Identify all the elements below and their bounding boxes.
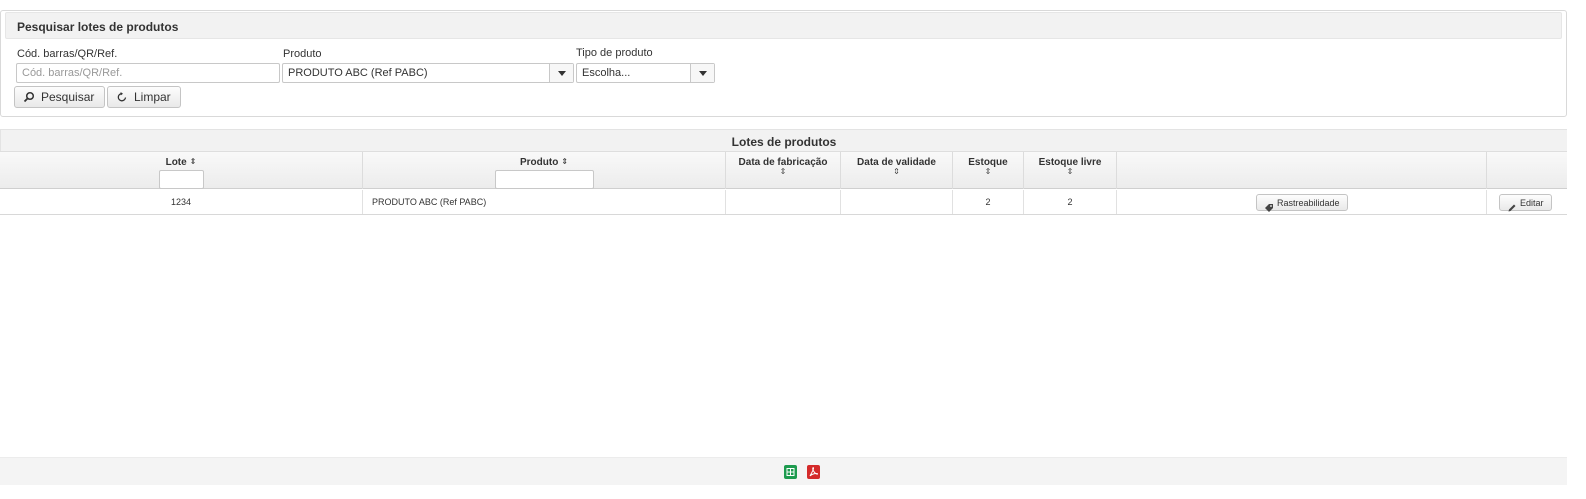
search-button-label: Pesquisar — [41, 90, 95, 104]
cell-estoque-livre: 2 — [1024, 190, 1117, 214]
column-header-edit — [1487, 152, 1567, 189]
product-select-value: PRODUTO ABC (Ref PABC) — [288, 67, 428, 79]
cell-edit: Editar — [1487, 190, 1567, 214]
cell-fabricacao — [726, 190, 841, 214]
column-header-validade[interactable]: Data de validade ⇕ — [841, 152, 953, 189]
barcode-input[interactable] — [16, 63, 280, 83]
traceability-button-label: Rastreabilidade — [1277, 197, 1340, 208]
table-header: Lote ⇕ Produto ⇕ Data de fabricação ⇕ Data… — [0, 151, 1567, 189]
edit-button[interactable]: Editar — [1499, 194, 1552, 211]
product-label: Produto — [283, 48, 322, 60]
sort-icon[interactable]: ⇕ — [953, 168, 1023, 176]
produto-filter-input[interactable] — [494, 170, 594, 189]
table-row: 1234 PRODUTO ABC (Ref PABC) 2 2 Rastreab… — [0, 190, 1567, 215]
barcode-label: Cód. barras/QR/Ref. — [17, 48, 118, 60]
search-panel: Pesquisar lotes de produtos Cód. barras/… — [0, 10, 1567, 117]
sort-icon[interactable]: ⇕ — [1024, 168, 1116, 176]
reset-icon — [116, 91, 128, 103]
sort-icon[interactable]: ⇕ — [726, 168, 840, 176]
sort-icon[interactable]: ⇕ — [561, 157, 568, 166]
product-select[interactable]: PRODUTO ABC (Ref PABC) — [282, 63, 574, 83]
column-header-lote[interactable]: Lote ⇕ — [0, 152, 363, 189]
product-type-label: Tipo de produto — [576, 47, 653, 59]
search-icon — [23, 91, 35, 103]
column-header-fabricacao[interactable]: Data de fabricação ⇕ — [726, 152, 841, 189]
column-title-lote: Lote — [165, 157, 187, 168]
results-title: Lotes de produtos — [731, 135, 837, 149]
spreadsheet-icon[interactable] — [784, 465, 797, 479]
lote-filter-input[interactable] — [158, 170, 204, 189]
sort-icon[interactable]: ⇕ — [841, 168, 952, 176]
search-panel-title: Pesquisar lotes de produtos — [17, 20, 179, 34]
cell-actions: Rastreabilidade — [1117, 190, 1487, 214]
pdf-icon[interactable] — [807, 465, 820, 479]
pencil-icon — [1507, 198, 1517, 211]
results-panel: Lotes de produtos Lote ⇕ Produto ⇕ Data de… — [0, 129, 1567, 487]
cell-produto: PRODUTO ABC (Ref PABC) — [363, 190, 726, 214]
export-bar — [0, 457, 1567, 485]
search-button[interactable]: Pesquisar — [14, 86, 105, 108]
product-type-select-value: Escolha... — [582, 67, 631, 79]
tag-icon — [1264, 198, 1274, 212]
search-panel-header: Pesquisar lotes de produtos — [5, 12, 1562, 39]
traceability-button[interactable]: Rastreabilidade — [1256, 194, 1348, 212]
column-header-estoque-livre[interactable]: Estoque livre ⇕ — [1024, 152, 1117, 189]
chevron-down-icon[interactable] — [690, 64, 714, 82]
chevron-down-icon[interactable] — [549, 64, 573, 82]
product-type-select[interactable]: Escolha... — [576, 63, 715, 83]
edit-button-label: Editar — [1520, 197, 1544, 208]
column-header-produto[interactable]: Produto ⇕ — [363, 152, 726, 189]
column-title-produto: Produto — [519, 157, 559, 168]
clear-button[interactable]: Limpar — [107, 86, 181, 108]
clear-button-label: Limpar — [134, 90, 171, 104]
results-header: Lotes de produtos — [0, 129, 1567, 151]
column-header-estoque[interactable]: Estoque ⇕ — [953, 152, 1024, 189]
cell-validade — [841, 190, 953, 214]
column-header-actions — [1117, 152, 1487, 189]
sort-icon[interactable]: ⇕ — [190, 157, 197, 166]
cell-estoque: 2 — [953, 190, 1024, 214]
cell-lote: 1234 — [0, 190, 363, 214]
